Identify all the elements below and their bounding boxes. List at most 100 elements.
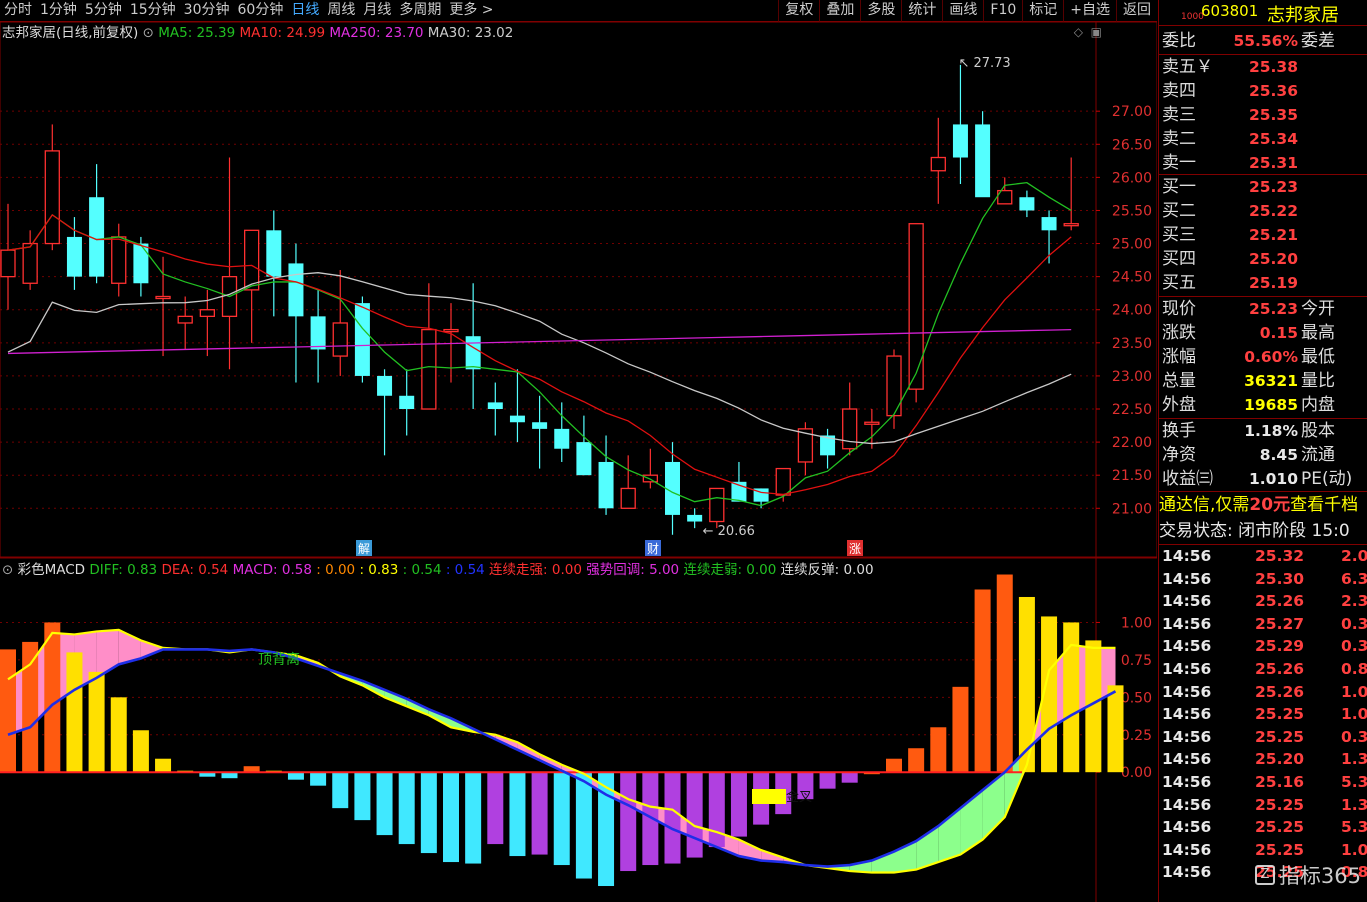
row-value: 0.15 (1259, 324, 1298, 342)
tick-time: 14:56 (1162, 750, 1212, 769)
row-label: 买三 (1162, 225, 1196, 245)
row-label: 卖四 (1162, 81, 1196, 101)
dropdown-icon[interactable]: ⊙ (143, 25, 154, 41)
bid-level: 买五 25.19 (1159, 271, 1367, 295)
macd-bar (908, 748, 925, 773)
macd-tick-label: 0.25 (1121, 728, 1152, 744)
tick-row: 14:56 25.25 5.3 (1159, 816, 1367, 839)
ask-level: 卖一 25.31 (1159, 151, 1367, 175)
candle-body (465, 336, 481, 370)
tick-time: 14:56 (1162, 773, 1212, 791)
tick-time: 14:56 (1162, 863, 1212, 882)
stat-row: 净资 8.45 流通 (1159, 443, 1367, 467)
macd-bar (642, 772, 659, 866)
tick-volume: 2.0 (1341, 547, 1367, 565)
row-value: 25.34 (1248, 130, 1298, 148)
tick-price: 25.27 (1255, 614, 1305, 633)
price-tick-label: 25.50 (1112, 203, 1152, 219)
row-label-2: 股本 (1301, 421, 1335, 441)
signal-weak: 连续走弱: 0.00 (683, 562, 777, 578)
high-annotation: ↖ 27.73 (958, 56, 1010, 71)
row-label: 净资 (1162, 445, 1196, 465)
golden-cross-prefix: 低位 (755, 790, 781, 805)
candle-body (199, 309, 216, 318)
candle-body (775, 467, 791, 496)
candle-body (288, 263, 304, 317)
trade-state-text: 交易状态: 闭市阶段 (1159, 521, 1307, 541)
price-tick-label: 22.50 (1112, 402, 1152, 418)
tick-volume: 1.0 (1341, 705, 1367, 724)
row-value: 19685 (1244, 396, 1298, 414)
price-tick-label: 21.50 (1112, 468, 1152, 484)
tick-time: 14:56 (1162, 840, 1212, 859)
ask-level: 卖二 25.34 (1159, 127, 1367, 151)
candle-body (66, 236, 82, 277)
tick-price: 25.25 (1255, 840, 1305, 859)
macd-label: MACD: 0.58 (232, 562, 312, 578)
macd-bar (0, 649, 16, 773)
price-tick-label: 24.50 (1112, 270, 1152, 286)
row-label: 涨跌 (1162, 323, 1196, 343)
macd-bar (509, 772, 526, 857)
macd-dropdown-icon[interactable]: ⊙ (2, 562, 13, 578)
signal-pullback: 强势回调: 5.00 (586, 562, 680, 578)
candle-body (377, 375, 393, 396)
tick-row: 14:56 25.26 0.8 (1159, 658, 1367, 681)
promo-banner[interactable]: 通达信,仅需20元查看千档 (1159, 492, 1367, 518)
ma10-label: MA10: 24.99 (239, 25, 326, 41)
stock-name: 志邦家居 (1267, 5, 1339, 26)
row-label: 涨幅 (1162, 347, 1196, 367)
tick-volume: 5.3 (1341, 773, 1367, 791)
candle-body (243, 229, 260, 291)
row-label-2: 最低 (1301, 347, 1335, 367)
row-label: 卖二 (1162, 129, 1196, 149)
macd-bar (886, 758, 902, 773)
candle-body (133, 243, 149, 284)
chart-area[interactable]: 21.00 21.50 22.00 22.50 23.00 23.50 24.00 24.50… (0, 0, 1157, 902)
price-tick-label: 27.00 (1112, 104, 1152, 120)
candle-body (399, 395, 415, 410)
candle-body (532, 422, 548, 429)
signal-strong: 连续走强: 0.00 (489, 562, 582, 578)
price-tick-label: 21.00 (1112, 501, 1152, 517)
diamond-icon[interactable]: ◇ (1074, 25, 1083, 39)
row-value: 25.38 (1248, 58, 1298, 76)
candle-body (22, 242, 38, 284)
candle-body (0, 249, 16, 278)
tick-price: 25.25 (1255, 705, 1305, 724)
macd-tick-label: 0.00 (1121, 765, 1152, 781)
tick-time: 14:56 (1162, 682, 1212, 701)
macd-tick-label: 1.00 (1121, 615, 1152, 631)
top-divergence-label: 顶背离 (258, 651, 300, 668)
price-tick-label: 23.00 (1112, 369, 1152, 385)
row-value: 25.22 (1248, 202, 1298, 220)
tick-row: 14:56 25.25 0.3 (1159, 726, 1367, 749)
tick-price: 25.20 (1255, 750, 1305, 769)
macd-bar (310, 772, 327, 786)
tick-price: 25.30 (1255, 569, 1305, 588)
macd-bar (465, 772, 482, 864)
ask-level: 卖五￥ 25.38 (1159, 55, 1367, 79)
macd-tick-label: 0.50 (1121, 690, 1152, 706)
row-value: 8.45 (1259, 446, 1298, 464)
price-tick-label: 23.50 (1112, 336, 1152, 352)
row-label: 换手 (1162, 421, 1196, 441)
tick-volume: 6.3 (1341, 569, 1367, 588)
tick-volume: 0.3 (1341, 727, 1367, 746)
row-label: 总量 (1162, 371, 1196, 391)
tick-price: 25.26 (1255, 660, 1305, 678)
window-icon[interactable]: ▣ (1091, 25, 1102, 39)
price-tick-label: 25.00 (1112, 237, 1152, 253)
macd-bar (930, 727, 947, 773)
chart-corner-icons: ◇ ▣ (1074, 25, 1102, 39)
tick-row: 14:56 25.16 5.3 (1159, 771, 1367, 794)
macd-bar (354, 772, 371, 821)
candle-body (443, 328, 459, 333)
quote-header: 1000 603801 志邦家居 (1159, 0, 1367, 26)
tick-row: 14:56 25.29 0.3 (1159, 635, 1367, 658)
macd-v4: : 0.54 (445, 562, 485, 578)
macd-bar (1107, 685, 1124, 773)
tick-row: 14:56 25.26 1.0 (1159, 681, 1367, 704)
macd-bar (420, 772, 437, 854)
macd-bar (531, 772, 548, 855)
